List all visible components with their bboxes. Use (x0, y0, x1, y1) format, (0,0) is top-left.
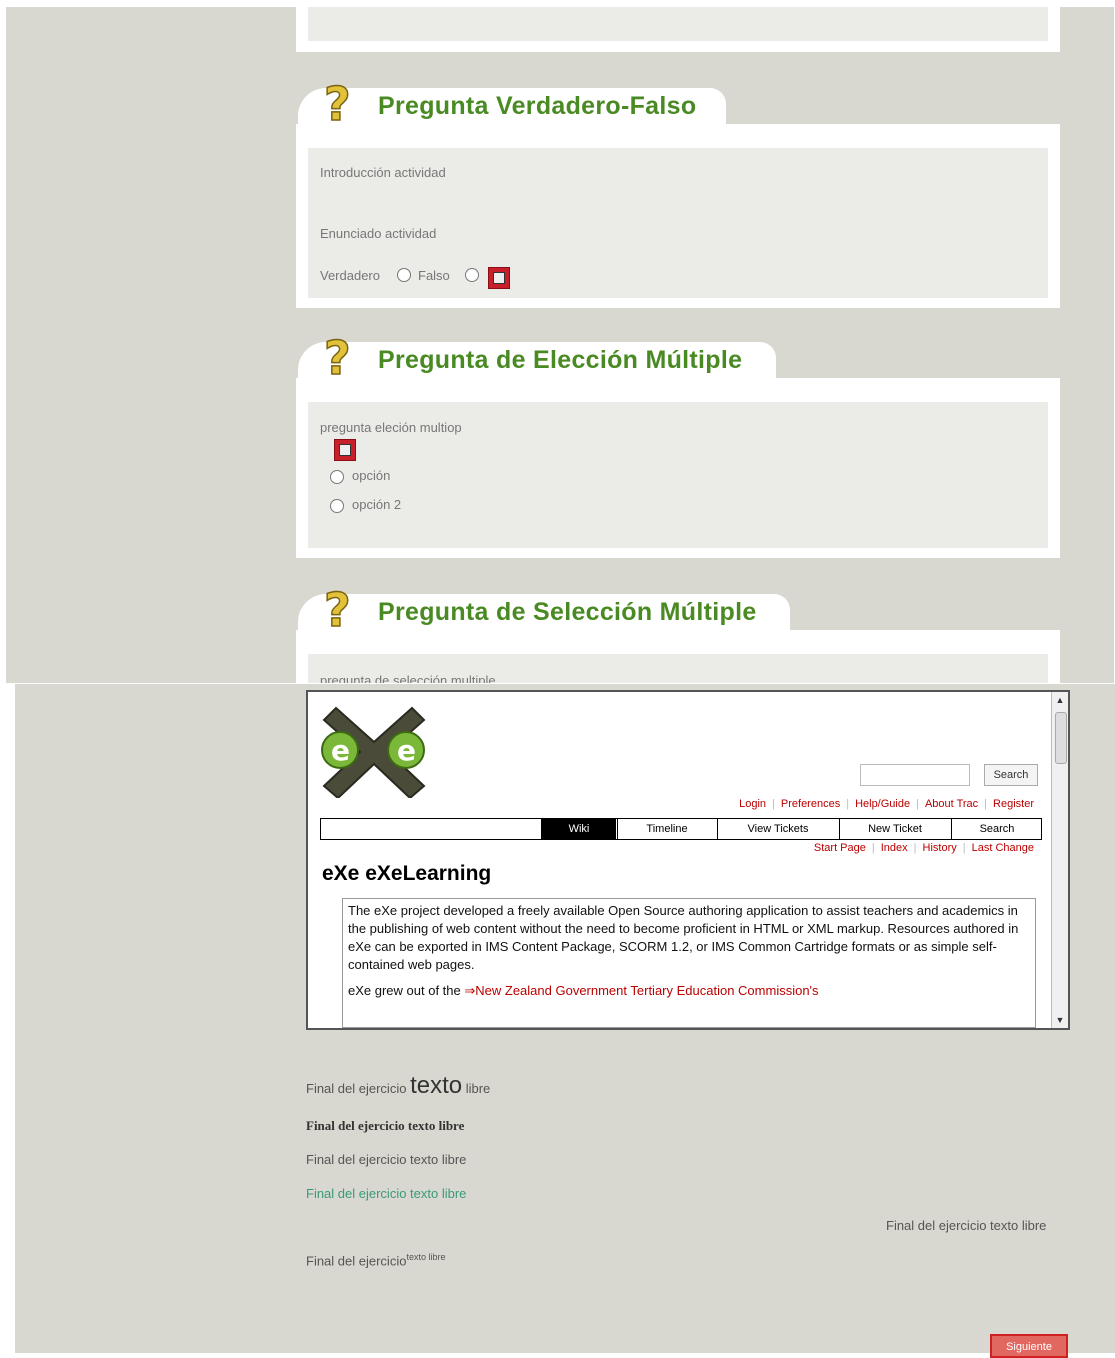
exe-logo: e e (321, 706, 426, 798)
option-1-label: opción (352, 468, 391, 483)
ctx-nav-history[interactable]: History (923, 842, 957, 854)
multiple-selection-question: pregunta de selección multiple (320, 673, 496, 683)
free-text-6a: Final del ejercicio (306, 1253, 407, 1269)
free-text-line-6: Final del ejerciciotexto libre (306, 1252, 445, 1268)
question-title: Pregunta de Selección Múltiple (378, 598, 757, 626)
feedback-icon[interactable] (334, 439, 356, 461)
scroll-up-arrow-icon[interactable]: ▲ (1052, 692, 1068, 708)
tab-search[interactable]: Search (951, 819, 1042, 839)
question-mark-icon: ? (323, 586, 351, 634)
radio-true[interactable] (397, 268, 411, 282)
scrollbar[interactable]: ▲ ▼ (1051, 692, 1068, 1028)
meta-nav-preferences[interactable]: Preferences (781, 798, 840, 810)
site-search-input[interactable] (860, 764, 970, 786)
free-text-1c: libre (465, 1081, 491, 1096)
meta-nav-login[interactable]: Login (739, 798, 766, 810)
main-navigation: Wiki Timeline View Tickets New Ticket Se… (320, 818, 1042, 840)
free-text-1-big: texto (410, 1072, 463, 1099)
question-mark-icon: ? (323, 334, 351, 382)
option-false-label: Falso (418, 268, 450, 283)
question-mark-icon: ? (323, 80, 351, 128)
feedback-icon[interactable] (488, 267, 510, 289)
free-text-line-2: Final del ejercicio texto libre (306, 1118, 465, 1133)
free-text-6-sup: texto libre (406, 1252, 446, 1262)
free-text-line-1: Final del ejercicio texto libre (306, 1072, 490, 1100)
free-text-line-4: Final del ejercicio texto libre (306, 1186, 467, 1201)
question-title: Pregunta Verdadero-Falso (378, 92, 697, 120)
radio-false[interactable] (465, 268, 479, 282)
activity-statement: Enunciado actividad (320, 226, 437, 241)
ctx-nav-start-page[interactable]: Start Page (814, 842, 866, 854)
context-navigation: Start Page | Index | History | Last Change (813, 842, 1034, 854)
embedded-web-page[interactable]: e e Search Login | Preferences | Help/Guide |… (306, 690, 1070, 1030)
multiple-choice-question: pregunta eleción multiop (320, 420, 462, 435)
wiki-paragraph-2: eXe grew out of the ⇒New Zealand Governm… (348, 982, 1030, 1000)
free-text-1a: Final del ejercicio (306, 1081, 407, 1096)
meta-nav-help[interactable]: Help/Guide (855, 798, 910, 810)
tab-view-tickets[interactable]: View Tickets (717, 819, 838, 839)
scroll-thumb[interactable] (1055, 712, 1067, 764)
svg-text:e: e (397, 734, 416, 767)
meta-navigation: Login | Preferences | Help/Guide | About Trac |… (739, 798, 1034, 810)
question-card-multiple-choice (296, 378, 1060, 558)
wiki-content: The eXe project developed a freely avail… (342, 898, 1036, 1028)
tab-new-ticket[interactable]: New Ticket (839, 819, 950, 839)
option-true-label: Verdadero (320, 268, 380, 283)
meta-nav-about[interactable]: About Trac (925, 798, 978, 810)
ctx-nav-last-change[interactable]: Last Change (972, 842, 1034, 854)
tab-timeline[interactable]: Timeline (617, 819, 716, 839)
tab-wiki[interactable]: Wiki (541, 819, 616, 839)
question-title: Pregunta de Elección Múltiple (378, 346, 743, 374)
free-text-line-3: Final del ejercicio texto libre (306, 1152, 467, 1167)
option-2-label: opción 2 (352, 497, 402, 512)
activity-intro: Introducción actividad (320, 165, 446, 180)
wiki-paragraph-2-text: eXe grew out of the (348, 983, 465, 998)
svg-text:e: e (331, 734, 350, 767)
free-text-line-5: Final del ejercicio texto libre (886, 1218, 1047, 1233)
svg-text:?: ? (324, 586, 351, 634)
tec-link[interactable]: New Zealand Government Tertiary Educatio… (475, 983, 818, 998)
previous-card (296, 7, 1060, 52)
external-link-icon: ⇒ (464, 983, 476, 998)
svg-text:?: ? (324, 80, 351, 128)
site-search-button[interactable]: Search (984, 764, 1038, 786)
radio-option-1[interactable] (330, 470, 344, 484)
wiki-paragraph: The eXe project developed a freely avail… (348, 903, 1019, 972)
svg-text:?: ? (324, 334, 351, 382)
ctx-nav-index[interactable]: Index (881, 842, 908, 854)
meta-nav-register[interactable]: Register (993, 798, 1034, 810)
radio-option-2[interactable] (330, 499, 344, 513)
scroll-down-arrow-icon[interactable]: ▼ (1052, 1012, 1068, 1028)
question-card-true-false (296, 124, 1060, 308)
next-button[interactable]: Siguiente (990, 1334, 1068, 1358)
wiki-page-title: eXe eXeLearning (322, 862, 492, 885)
